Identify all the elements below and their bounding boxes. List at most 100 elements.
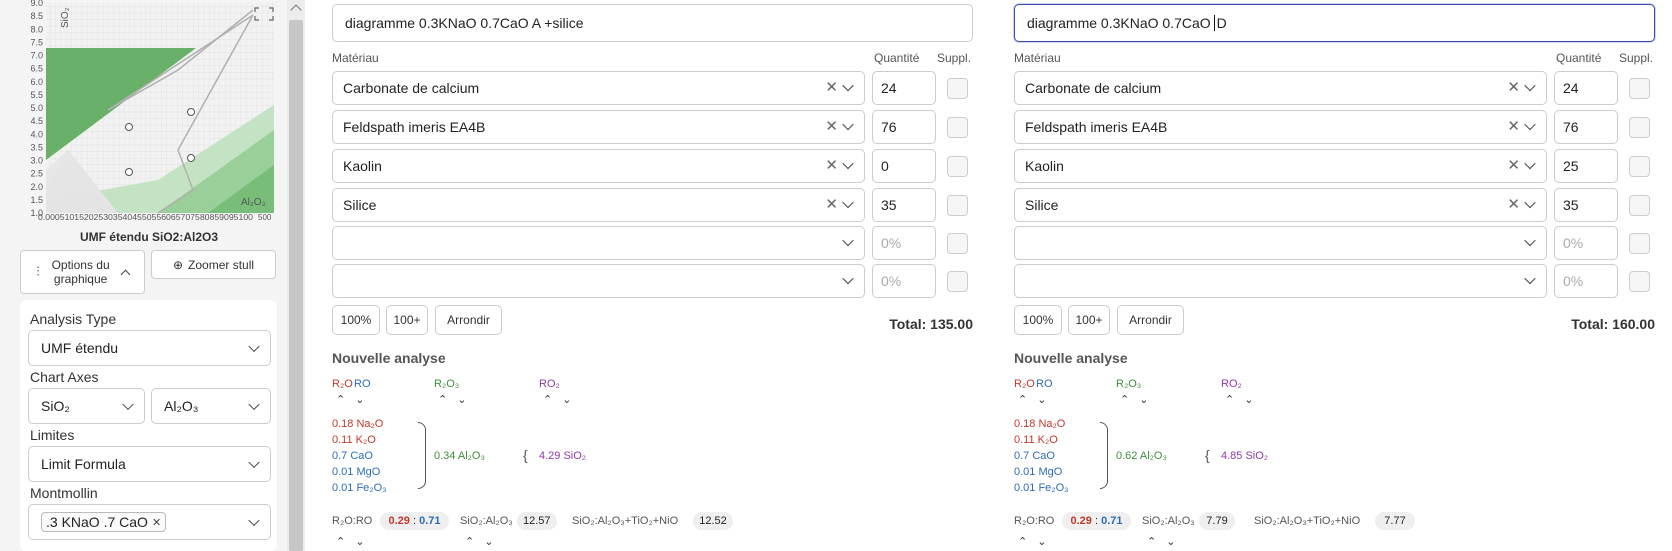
quantity-input[interactable]: 24	[1554, 71, 1618, 105]
suppl-checkbox[interactable]	[947, 78, 968, 99]
zoom-stull-button[interactable]: ⊕ Zoomer stull	[151, 250, 276, 279]
sort-ro2-arrows[interactable]: ⌃⌄	[1225, 393, 1263, 406]
quantity-input[interactable]: 0%	[1554, 226, 1618, 260]
plus-100-button[interactable]: 100+	[1068, 305, 1110, 335]
round-button[interactable]: Arrondir	[1117, 305, 1184, 335]
quantity-input[interactable]: 76	[1554, 110, 1618, 144]
quantity-input[interactable]: 35	[1554, 188, 1618, 222]
sort-si-al-arrows[interactable]: ⌃⌄	[465, 535, 503, 548]
glaze-point[interactable]	[187, 108, 195, 116]
material-select[interactable]: Kaolin ✕	[1014, 149, 1547, 183]
group-r2o3-label: R₂O₃	[1116, 378, 1142, 390]
analysis-type-select[interactable]: UMF étendu	[28, 330, 271, 366]
sort-ratio-arrows[interactable]: ⌃⌄	[1018, 535, 1056, 548]
suppl-checkbox[interactable]	[947, 156, 968, 177]
suppl-checkbox[interactable]	[1629, 233, 1650, 254]
new-analysis-title: Nouvelle analyse	[1014, 350, 1128, 366]
material-select[interactable]	[332, 264, 865, 298]
clear-icon[interactable]: ✕	[825, 79, 838, 97]
suppl-header: Suppl.	[937, 51, 972, 65]
quantity-input[interactable]: 25	[1554, 149, 1618, 183]
clear-icon[interactable]: ✕	[1507, 157, 1520, 175]
glaze-point[interactable]	[125, 168, 133, 176]
suppl-checkbox[interactable]	[947, 271, 968, 292]
chart-settings-panel: Analysis Type UMF étendu Chart Axes SiO₂…	[20, 300, 277, 551]
material-select[interactable]	[1014, 226, 1547, 260]
chevron-down-icon	[1524, 157, 1536, 170]
quantity-input[interactable]: 24	[872, 71, 936, 105]
clear-icon[interactable]: ✕	[1507, 196, 1520, 214]
axis-x-select[interactable]: SiO₂	[28, 388, 145, 424]
percent-100-button[interactable]: 100%	[332, 305, 380, 335]
clear-icon[interactable]: ✕	[825, 196, 838, 214]
sort-r2o3-arrows[interactable]: ⌃⌄	[438, 393, 476, 406]
chevron-down-icon	[248, 514, 260, 527]
glaze-point[interactable]	[125, 123, 133, 131]
suppl-checkbox[interactable]	[947, 117, 968, 138]
material-name: Silice	[343, 197, 377, 213]
flux-brace	[418, 422, 426, 489]
round-button[interactable]: Arrondir	[435, 305, 502, 335]
material-select[interactable]: Feldspath imeris EA4B ✕	[1014, 110, 1547, 144]
material-header: Matériau	[332, 51, 379, 65]
stull-chart[interactable]: 1.0 1.5 2.0 2.5 3.0 3.5 4.0 4.5 5.0 5.5 6.0 6.5 7.0 7…	[8, 0, 278, 245]
suppl-checkbox[interactable]	[1629, 271, 1650, 292]
suppl-checkbox[interactable]	[1629, 156, 1650, 177]
si-al-ti-label: SiO₂:Al₂O₃+TiO₂+NiO	[572, 515, 679, 527]
y-tick-label: 7.5	[30, 37, 43, 47]
material-select[interactable]: Silice ✕	[332, 188, 865, 222]
sidebar-scrollbar[interactable]	[287, 0, 305, 551]
material-select[interactable]: Carbonate de calcium ✕	[1014, 71, 1547, 105]
material-select[interactable]	[332, 226, 865, 260]
quantity-input[interactable]: 0%	[1554, 264, 1618, 298]
limites-select[interactable]: Limit Formula	[28, 446, 271, 482]
stull-chart-svg: 1.01.52.02.53.03.54.04.55.05.56.06.57.07…	[30, 0, 274, 222]
tag-remove-icon[interactable]: ✕	[152, 516, 161, 529]
sort-r2o3-arrows[interactable]: ⌃⌄	[1120, 393, 1158, 406]
sort-r2o-arrows[interactable]: ⌃⌄	[1018, 393, 1056, 406]
percent-100-button[interactable]: 100%	[1014, 305, 1062, 335]
y-tick-label: 8.5	[30, 11, 43, 21]
scrollbar-thumb[interactable]	[289, 20, 303, 551]
suppl-checkbox[interactable]	[947, 195, 968, 216]
material-select[interactable]	[1014, 264, 1547, 298]
clear-icon[interactable]: ✕	[1507, 79, 1520, 97]
axis-y-select[interactable]: Al₂O₃	[151, 388, 271, 424]
quantity-input[interactable]: 0	[872, 149, 936, 183]
quantity-input[interactable]: 76	[872, 110, 936, 144]
scroll-up-icon[interactable]	[290, 4, 302, 16]
suppl-header: Suppl.	[1619, 51, 1654, 65]
glaze-point[interactable]	[187, 154, 195, 162]
y-tick-label: 5.0	[30, 103, 43, 113]
chart-options-button[interactable]: ⫶ Options du graphique	[20, 250, 145, 294]
suppl-checkbox[interactable]	[1629, 195, 1650, 216]
quantity-input[interactable]: 35	[872, 188, 936, 222]
material-select[interactable]: Feldspath imeris EA4B ✕	[332, 110, 865, 144]
recipe-title-input[interactable]: diagramme 0.3KNaO 0.7CaO D	[1014, 4, 1655, 42]
quantity-input[interactable]: 0%	[872, 264, 936, 298]
sort-si-al-arrows[interactable]: ⌃⌄	[1147, 535, 1185, 548]
recipe-title-input[interactable]: diagramme 0.3KNaO 0.7CaO A +silice	[332, 4, 973, 42]
montmollin-select[interactable]: .3 KNaO .7 CaO ✕	[28, 504, 271, 540]
quantity-input[interactable]: 0%	[872, 226, 936, 260]
si-al-label: SiO₂:Al₂O₃	[1142, 515, 1195, 527]
group-ro-label: RO	[354, 378, 371, 390]
sort-ro2-arrows[interactable]: ⌃⌄	[543, 393, 581, 406]
montmollin-tag[interactable]: .3 KNaO .7 CaO ✕	[41, 512, 167, 532]
flux-brace	[1100, 422, 1108, 489]
clear-icon[interactable]: ✕	[825, 118, 838, 136]
material-select[interactable]: Kaolin ✕	[332, 149, 865, 183]
material-select[interactable]: Carbonate de calcium ✕	[332, 71, 865, 105]
chart-options-label: Options du graphique	[51, 258, 110, 286]
plus-100-button[interactable]: 100+	[386, 305, 428, 335]
suppl-checkbox[interactable]	[1629, 117, 1650, 138]
sort-r2o-arrows[interactable]: ⌃⌄	[336, 393, 374, 406]
clear-icon[interactable]: ✕	[825, 157, 838, 175]
sort-ratio-arrows[interactable]: ⌃⌄	[336, 535, 374, 548]
clear-icon[interactable]: ✕	[1507, 118, 1520, 136]
group-r2o3-label: R₂O₃	[434, 378, 460, 390]
suppl-checkbox[interactable]	[1629, 78, 1650, 99]
chevron-down-icon	[1524, 272, 1536, 285]
suppl-checkbox[interactable]	[947, 233, 968, 254]
material-select[interactable]: Silice ✕	[1014, 188, 1547, 222]
